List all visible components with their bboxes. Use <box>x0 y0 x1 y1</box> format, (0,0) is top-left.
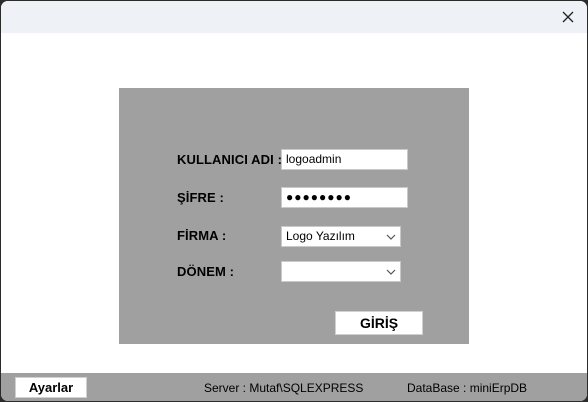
title-bar <box>1 1 587 33</box>
company-select[interactable]: Logo Yazılım <box>281 226 401 247</box>
company-label: FİRMA : <box>177 228 227 243</box>
settings-button[interactable]: Ayarlar <box>15 377 87 398</box>
login-window: KULLANICI ADI : logoadmin ŞİFRE : ●●●●●●… <box>1 1 587 401</box>
status-bar: Ayarlar Server : Mutaf\SQLEXPRESS DataBa… <box>1 373 587 401</box>
database-info: DataBase : miniErpDB <box>407 381 528 395</box>
company-select-value: Logo Yazılım <box>286 229 355 243</box>
server-info: Server : Mutaf\SQLEXPRESS <box>204 381 364 395</box>
username-label: KULLANICI ADI : <box>177 152 283 167</box>
chevron-down-icon <box>386 234 396 240</box>
password-label: ŞİFRE : <box>177 190 224 205</box>
password-input[interactable]: ●●●●●●●● <box>281 187 408 208</box>
chevron-down-icon <box>386 269 396 275</box>
close-icon <box>562 11 574 23</box>
close-button[interactable] <box>553 5 583 29</box>
period-label: DÖNEM : <box>177 264 235 279</box>
login-panel: KULLANICI ADI : logoadmin ŞİFRE : ●●●●●●… <box>119 88 469 344</box>
username-input[interactable]: logoadmin <box>281 149 408 170</box>
login-button[interactable]: GİRİŞ <box>335 311 423 335</box>
period-select[interactable] <box>281 261 401 282</box>
